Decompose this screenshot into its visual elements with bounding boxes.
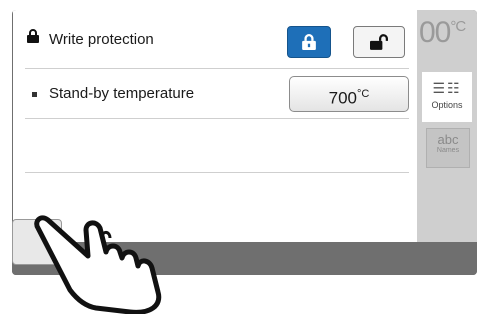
lock-icon (302, 34, 316, 50)
current-temperature: 00°C (419, 16, 466, 49)
row-divider (25, 172, 409, 173)
standby-temperature-value: 700 (328, 88, 358, 108)
pointing-hand-icon (34, 215, 162, 314)
options-tab-label: Options (431, 100, 463, 110)
lock-button[interactable] (287, 26, 331, 58)
write-protection-label: Write protection (49, 31, 154, 48)
options-icon: ☰☷ (432, 80, 462, 96)
names-tab-label: Names (436, 147, 460, 154)
standby-temperature-label: Stand-by temperature (49, 85, 195, 102)
standby-temperature-button[interactable]: 700°C (289, 76, 409, 112)
tab-names[interactable]: abc Names (426, 128, 470, 168)
bullet-icon (32, 92, 37, 97)
unlock-button[interactable] (353, 26, 405, 58)
names-tab-glyph: abc (437, 132, 459, 147)
unlock-icon (370, 34, 388, 50)
row-divider (25, 118, 409, 119)
lock-icon (27, 29, 39, 43)
row-divider (25, 68, 409, 69)
tab-options[interactable]: ☰☷ Options (422, 72, 472, 122)
standby-temperature-unit: °C (357, 88, 370, 100)
